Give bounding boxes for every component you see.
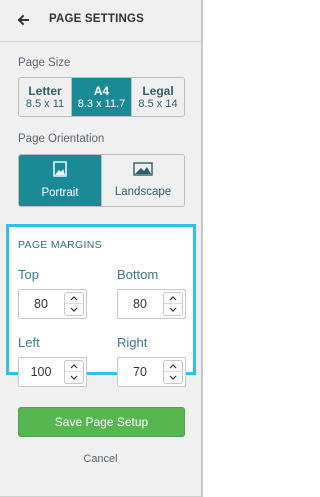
page-margins-section: PAGE MARGINS Top Bottom 80 80 Left Right: [6, 224, 196, 375]
orientation-name: Landscape: [114, 186, 172, 198]
orientation-landscape[interactable]: Landscape: [102, 155, 184, 206]
margin-bottom-stepper[interactable]: 80: [117, 289, 186, 319]
chevron-down-icon[interactable]: [65, 304, 83, 315]
margin-bottom-input[interactable]: 80: [118, 290, 162, 318]
page-size-legal[interactable]: Legal 8.5 x 14: [132, 78, 184, 116]
stepper-arrows: [163, 292, 183, 316]
chevron-up-icon[interactable]: [164, 361, 182, 372]
page-size-dims: 8.5 x 11: [25, 97, 65, 110]
arrow-left-icon[interactable]: [15, 12, 31, 28]
cancel-link[interactable]: Cancel: [0, 453, 201, 465]
page-size-label: Page Size: [18, 57, 71, 69]
margin-right-input[interactable]: 70: [118, 358, 162, 386]
page-title: PAGE SETTINGS: [49, 13, 145, 25]
margin-top-stepper[interactable]: 80: [18, 289, 87, 319]
page-size-dims: 8.5 x 14: [138, 97, 178, 110]
margin-top-label: Top: [18, 267, 39, 282]
stepper-arrows: [64, 292, 84, 316]
stepper-arrows: [64, 360, 84, 384]
page-size-name: Legal: [142, 83, 174, 98]
page-settings-panel: PAGE SETTINGS Page Size Letter 8.5 x 11 …: [0, 0, 203, 497]
chevron-down-icon[interactable]: [65, 372, 83, 383]
stepper-arrows: [163, 360, 183, 384]
orientation-name: Portrait: [41, 187, 79, 199]
page-size-dims: 8.3 x 11.7: [77, 97, 126, 110]
page-orientation-selector: Portrait Landscape: [18, 154, 185, 207]
landscape-image-icon: [133, 162, 153, 181]
margin-left-label: Left: [18, 335, 40, 350]
page-size-name: Letter: [28, 83, 62, 98]
portrait-image-icon: [53, 161, 67, 182]
chevron-up-icon[interactable]: [65, 293, 83, 304]
orientation-portrait[interactable]: Portrait: [19, 155, 102, 206]
page-size-letter[interactable]: Letter 8.5 x 11: [19, 78, 72, 116]
margin-top-input[interactable]: 80: [19, 290, 63, 318]
chevron-down-icon[interactable]: [164, 372, 182, 383]
panel-header: PAGE SETTINGS: [0, 0, 201, 42]
page-margins-title: PAGE MARGINS: [18, 239, 102, 251]
margin-left-input[interactable]: 100: [19, 358, 63, 386]
margin-left-stepper-field[interactable]: 100: [18, 357, 87, 387]
chevron-down-icon[interactable]: [164, 304, 182, 315]
margin-bottom-label: Bottom: [117, 267, 159, 282]
page-size-a4[interactable]: A4 8.3 x 11.7: [72, 78, 132, 116]
chevron-up-icon[interactable]: [65, 361, 83, 372]
page-size-name: A4: [93, 83, 110, 98]
margin-right-label: Right: [117, 335, 148, 350]
page-orientation-label: Page Orientation: [18, 133, 105, 145]
margin-right-stepper[interactable]: 70: [117, 357, 186, 387]
page-size-selector: Letter 8.5 x 11 A4 8.3 x 11.7 Legal 8.5 …: [18, 77, 185, 117]
save-page-setup-button[interactable]: Save Page Setup: [18, 407, 185, 437]
chevron-up-icon[interactable]: [164, 293, 182, 304]
